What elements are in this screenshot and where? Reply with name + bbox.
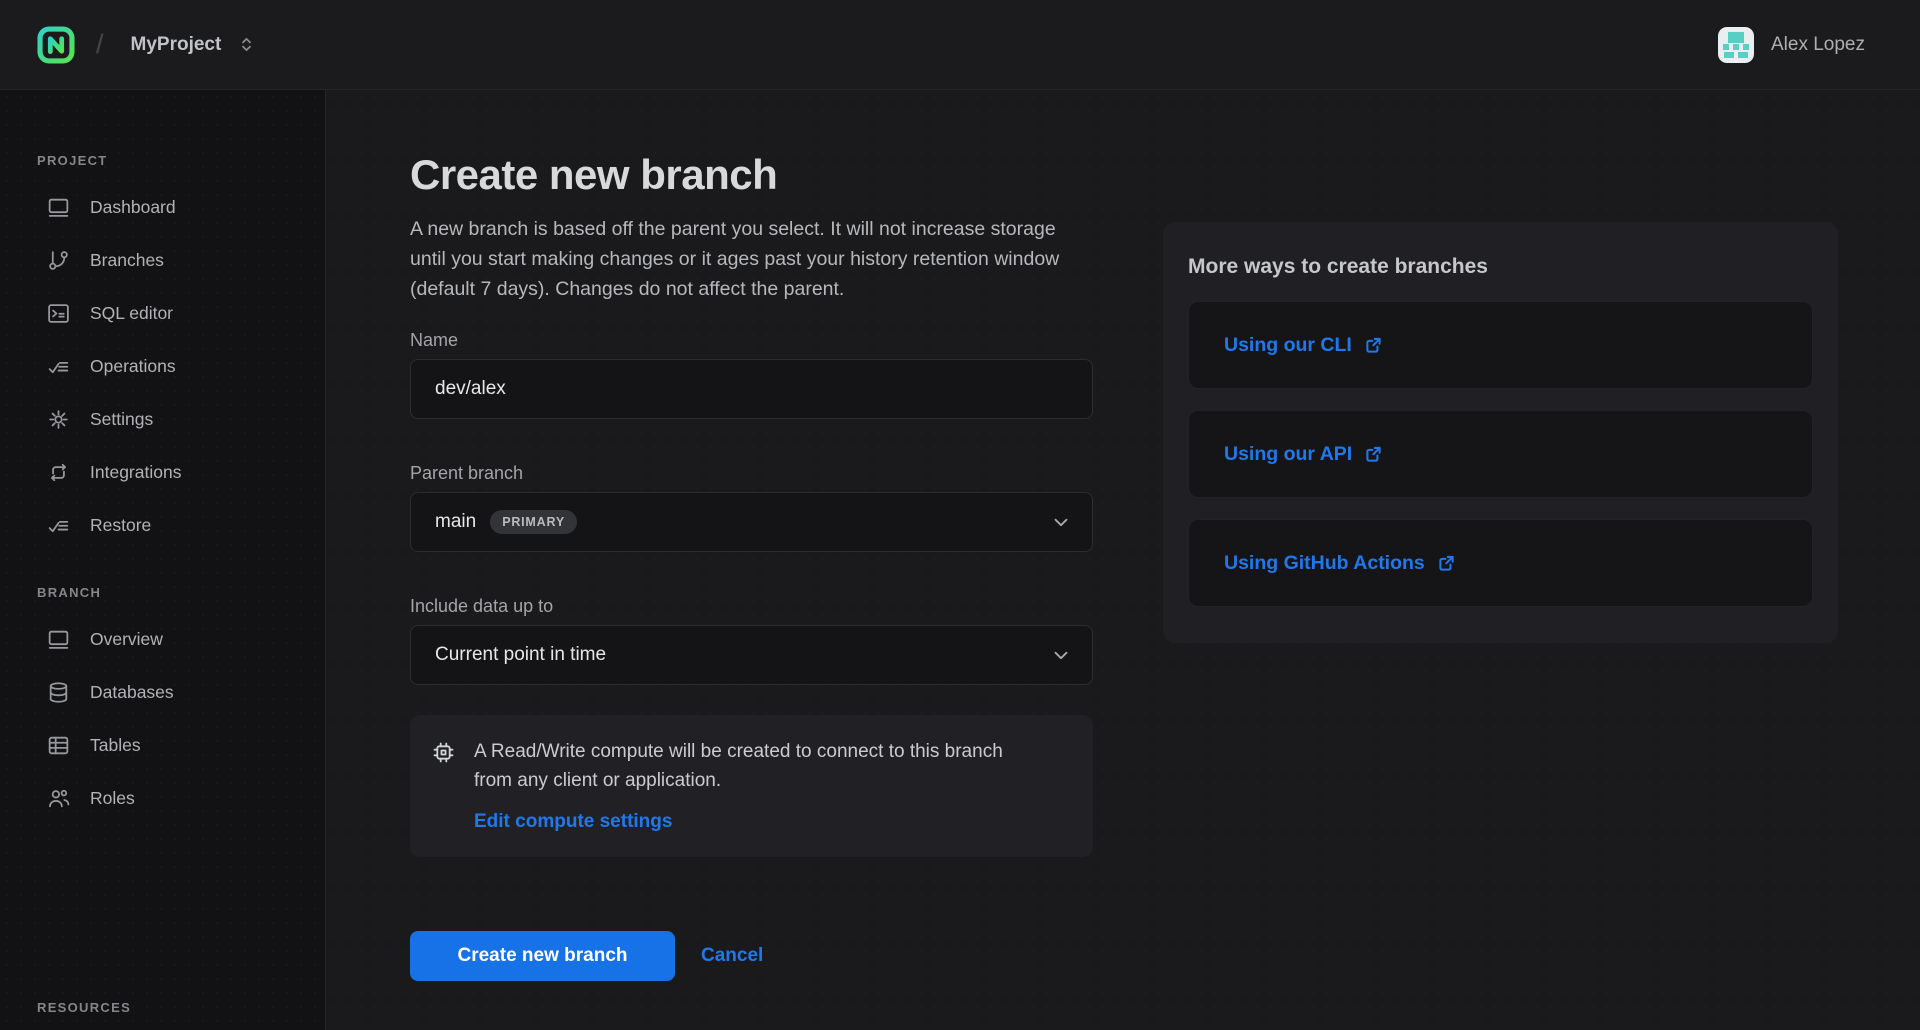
sidebar-item-databases[interactable]: Databases	[0, 666, 325, 719]
branch-name-input[interactable]	[410, 359, 1093, 419]
breadcrumb: / MyProject	[37, 0, 257, 89]
checklist-icon	[46, 513, 71, 538]
user-menu[interactable]: Alex Lopez	[1718, 0, 1865, 89]
table-icon	[46, 733, 71, 758]
sidebar-item-label: SQL editor	[90, 303, 173, 324]
project-selector[interactable]: MyProject	[131, 34, 258, 56]
sidebar-item-label: Dashboard	[90, 197, 176, 218]
sidebar-item-settings[interactable]: Settings	[0, 393, 325, 446]
sidebar-item-label: Roles	[90, 788, 135, 809]
sidebar-item-tables[interactable]: Tables	[0, 719, 325, 772]
api-card[interactable]: Using our API	[1188, 410, 1813, 498]
external-link-icon	[1363, 444, 1384, 465]
compute-note-text: A Read/Write compute will be created to …	[474, 737, 1046, 795]
user-name: Alex Lopez	[1771, 34, 1865, 56]
sidebar-section-project: PROJECT	[0, 153, 325, 168]
parent-branch-value: main	[435, 511, 476, 533]
git-branch-icon	[46, 248, 71, 273]
topbar: / MyProject Alex Lopez	[0, 0, 1920, 90]
external-link-icon	[1363, 335, 1384, 356]
form-actions: Create new branch Cancel	[410, 931, 1093, 981]
compute-note-panel: A Read/Write compute will be created to …	[410, 715, 1093, 857]
sidebar-item-integrations[interactable]: Integrations	[0, 446, 325, 499]
dashboard-icon	[46, 195, 71, 220]
sidebar-item-label: Integrations	[90, 462, 181, 483]
sidebar-item-overview[interactable]: Overview	[0, 613, 325, 666]
app-window: / MyProject Alex Lopez	[0, 0, 1920, 1030]
page-title: Create new branch	[410, 150, 1093, 200]
checklist-icon	[46, 354, 71, 379]
project-name: MyProject	[131, 34, 222, 56]
database-icon	[46, 680, 71, 705]
chevron-down-icon	[1050, 644, 1072, 666]
create-branch-button[interactable]: Create new branch	[410, 931, 675, 981]
sidebar-project-list: Dashboard Branches SQL editor Operations	[0, 181, 325, 552]
sidebar-item-label: Databases	[90, 682, 174, 703]
sidebar-item-label: Tables	[90, 735, 141, 756]
sidebar-item-dashboard[interactable]: Dashboard	[0, 181, 325, 234]
breadcrumb-separator: /	[96, 29, 104, 60]
include-data-select[interactable]: Current point in time	[410, 625, 1093, 685]
more-ways-panel: More ways to create branches Using our C…	[1163, 222, 1838, 643]
github-actions-link: Using GitHub Actions	[1224, 552, 1457, 575]
api-link-label: Using our API	[1224, 443, 1352, 466]
sidebar-branch-list: Overview Databases Tables	[0, 613, 325, 825]
sidebar-item-roles[interactable]: Roles	[0, 772, 325, 825]
sidebar-item-sql-editor[interactable]: SQL editor	[0, 287, 325, 340]
more-ways-title: More ways to create branches	[1188, 255, 1813, 279]
sidebar-item-branches[interactable]: Branches	[0, 234, 325, 287]
gear-icon	[46, 407, 71, 432]
sidebar-item-restore[interactable]: Restore	[0, 499, 325, 552]
sidebar-item-label: Branches	[90, 250, 164, 271]
selector-chevrons-icon	[236, 34, 257, 55]
main-content: Create new branch A new branch is based …	[326, 90, 1920, 1030]
external-link-icon	[1436, 553, 1457, 574]
sidebar-item-label: Operations	[90, 356, 176, 377]
compute-note-body: A Read/Write compute will be created to …	[474, 737, 1046, 833]
chevron-down-icon	[1050, 511, 1072, 533]
parent-branch-label: Parent branch	[410, 463, 1093, 484]
api-link: Using our API	[1224, 443, 1384, 466]
github-actions-card[interactable]: Using GitHub Actions	[1188, 519, 1813, 607]
cancel-link[interactable]: Cancel	[701, 945, 763, 967]
sidebar: PROJECT Dashboard Branches SQL editor	[0, 90, 326, 1030]
page-description: A new branch is based off the parent you…	[410, 214, 1082, 304]
sidebar-item-label: Overview	[90, 629, 163, 650]
sidebar-item-label: Restore	[90, 515, 151, 536]
parent-branch-select[interactable]: main PRIMARY	[410, 492, 1093, 552]
swap-arrows-icon	[46, 460, 71, 485]
include-data-value: Current point in time	[435, 644, 606, 666]
name-label: Name	[410, 330, 1093, 351]
github-actions-link-label: Using GitHub Actions	[1224, 552, 1425, 575]
cli-link-label: Using our CLI	[1224, 334, 1352, 357]
window-icon	[46, 627, 71, 652]
primary-badge: PRIMARY	[490, 510, 577, 534]
users-icon	[46, 786, 71, 811]
neon-logo-icon[interactable]	[37, 26, 75, 64]
terminal-icon	[46, 301, 71, 326]
edit-compute-settings-link[interactable]: Edit compute settings	[474, 811, 672, 833]
cpu-icon	[430, 739, 457, 833]
cli-card[interactable]: Using our CLI	[1188, 301, 1813, 389]
include-data-label: Include data up to	[410, 596, 1093, 617]
cli-link: Using our CLI	[1224, 334, 1384, 357]
avatar	[1718, 27, 1754, 63]
sidebar-item-label: Settings	[90, 409, 153, 430]
create-branch-form: Create new branch A new branch is based …	[410, 150, 1093, 981]
sidebar-section-resources: RESOURCES	[0, 1000, 131, 1015]
sidebar-item-operations[interactable]: Operations	[0, 340, 325, 393]
sidebar-section-branch: BRANCH	[0, 585, 325, 600]
